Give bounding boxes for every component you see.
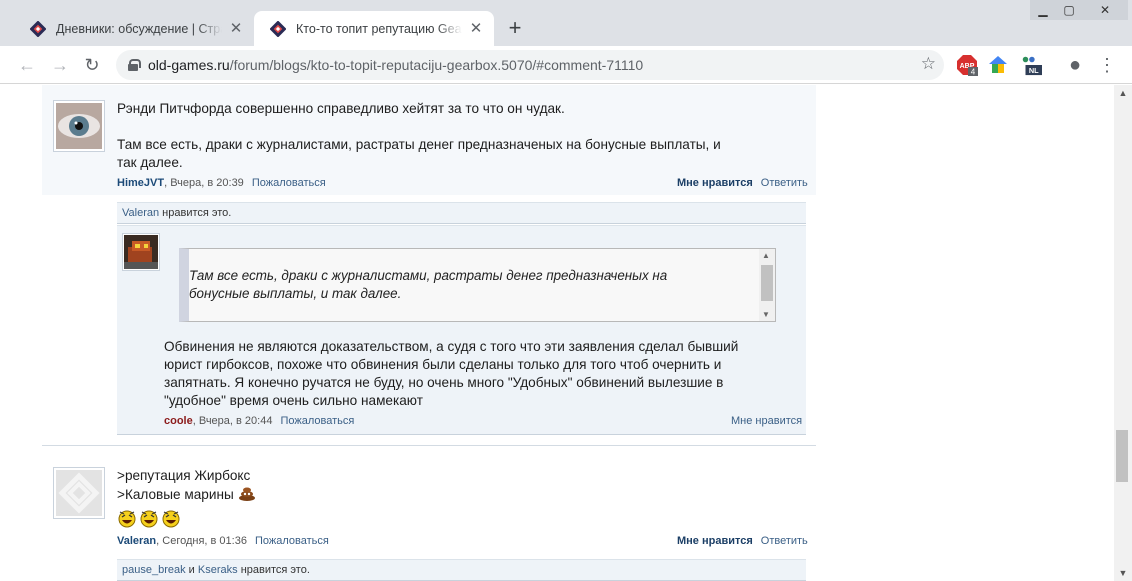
comment-text: Рэнди Питчфорда совершенно справедливо х… bbox=[117, 101, 721, 170]
close-window-icon[interactable]: ✕ bbox=[1082, 0, 1128, 20]
tab-title: Кто-то топит репутацию Gearbox bbox=[296, 21, 462, 36]
url-text: old-games.ru/forum/blogs/kto-to-topit-re… bbox=[148, 57, 644, 73]
like-button[interactable]: Мне нравится bbox=[677, 535, 753, 547]
quote-box[interactable]: Там все есть, драки с журналистами, раст… bbox=[179, 248, 776, 322]
home-extension-icon[interactable] bbox=[987, 54, 1009, 76]
scroll-up-icon[interactable]: ▲ bbox=[1114, 85, 1132, 101]
close-tab-icon[interactable]: ✕ bbox=[228, 20, 244, 37]
quote-scrollbar[interactable]: ▲ ▼ bbox=[759, 249, 775, 321]
site-favicon-icon bbox=[270, 20, 286, 37]
tab-active[interactable]: Кто-то топит репутацию Gearbox ✕ bbox=[254, 11, 494, 46]
liker-link[interactable]: Kseraks bbox=[198, 564, 238, 576]
likes-summary-text: pause_break и Kseraks нравится это. bbox=[122, 564, 310, 576]
scroll-down-icon[interactable]: ▼ bbox=[1114, 565, 1132, 581]
minimize-window-icon[interactable]: ▁ bbox=[1030, 0, 1056, 20]
report-link[interactable]: Пожаловаться bbox=[252, 177, 326, 189]
new-tab-button[interactable]: + bbox=[502, 16, 528, 42]
menu-kebab-icon[interactable]: ⋮ bbox=[1094, 52, 1120, 78]
laughing-smiley-icon bbox=[140, 510, 158, 528]
author-link[interactable]: coole bbox=[164, 415, 193, 427]
author-link[interactable]: Valeran bbox=[117, 535, 156, 547]
scroll-up-icon[interactable]: ▲ bbox=[762, 251, 770, 260]
report-link[interactable]: Пожаловаться bbox=[280, 415, 354, 427]
back-arrow-icon[interactable]: ← bbox=[14, 52, 40, 78]
comment-time[interactable]: Вчера, в 20:39 bbox=[170, 177, 244, 189]
comment-text: >репутация Жирбокс >Каловые марины bbox=[117, 467, 517, 528]
reply-actions: Мне нравится bbox=[731, 415, 802, 427]
site-favicon-icon bbox=[30, 20, 46, 37]
comment-actions: Мне нравится Ответить bbox=[677, 535, 808, 547]
eye-avatar-icon bbox=[56, 103, 102, 149]
svg-text:4: 4 bbox=[971, 68, 976, 77]
tab-inactive[interactable]: Дневники: обсуждение | Страница ✕ bbox=[14, 11, 254, 46]
default-avatar-icon bbox=[56, 470, 102, 516]
avatar[interactable] bbox=[122, 233, 160, 271]
comment-actions: Мне нравится Ответить bbox=[677, 177, 808, 189]
close-tab-icon[interactable]: ✕ bbox=[468, 20, 484, 37]
reload-icon[interactable]: ↻ bbox=[79, 52, 105, 78]
reply-button[interactable]: Ответить bbox=[761, 177, 808, 189]
scroll-thumb[interactable] bbox=[1116, 430, 1128, 482]
translate-extension-icon[interactable]: NL bbox=[1020, 54, 1042, 76]
like-button[interactable]: Мне нравится bbox=[677, 177, 753, 189]
browser-toolbar: ← → ↻ old-games.ru/forum/blogs/kto-to-to… bbox=[0, 46, 1132, 84]
tab-strip: Дневники: обсуждение | Страница ✕ Кто-то… bbox=[0, 0, 1132, 46]
profile-icon[interactable]: ● bbox=[1062, 52, 1088, 78]
reply-meta: coole, Вчера, в 20:44 Пожаловаться bbox=[164, 415, 355, 427]
comment-time[interactable]: Вчера, в 20:44 bbox=[199, 415, 273, 427]
reply-text: Обвинения не являются доказательством, а… bbox=[164, 339, 739, 408]
bookmark-star-icon[interactable]: ☆ bbox=[921, 54, 936, 74]
adblock-extension-icon[interactable]: ABP 4 bbox=[956, 54, 978, 76]
tab-title: Дневники: обсуждение | Страница bbox=[56, 21, 222, 36]
report-link[interactable]: Пожаловаться bbox=[255, 535, 329, 547]
liker-link[interactable]: pause_break bbox=[122, 564, 186, 576]
scroll-thumb[interactable] bbox=[761, 265, 773, 301]
address-bar[interactable]: old-games.ru/forum/blogs/kto-to-topit-re… bbox=[116, 50, 944, 80]
quote-text: Там все есть, драки с журналистами, раст… bbox=[189, 268, 668, 301]
laughing-smiley-icon bbox=[162, 510, 180, 528]
page-content: Рэнди Питчфорда совершенно справедливо х… bbox=[0, 85, 1114, 581]
avatar[interactable] bbox=[53, 100, 105, 152]
svg-text:NL: NL bbox=[1029, 66, 1039, 75]
comment-meta: Valeran, Сегодня, в 01:36 Пожаловаться bbox=[117, 535, 329, 547]
likes-summary-text: Valeran нравится это. bbox=[122, 207, 232, 219]
laughing-smiley-icon bbox=[118, 510, 136, 528]
robot-avatar-icon bbox=[124, 235, 158, 269]
author-link[interactable]: HimeJVT bbox=[117, 177, 164, 189]
maximize-window-icon[interactable]: ▢ bbox=[1056, 0, 1082, 20]
comment-divider bbox=[42, 445, 816, 446]
avatar[interactable] bbox=[53, 467, 105, 519]
lock-icon bbox=[128, 59, 141, 71]
liker-link[interactable]: Valeran bbox=[122, 207, 159, 219]
reply-button[interactable]: Ответить bbox=[761, 535, 808, 547]
page-scrollbar[interactable]: ▲ ▼ bbox=[1114, 85, 1132, 581]
like-button[interactable]: Мне нравится bbox=[731, 415, 802, 427]
forward-arrow-icon[interactable]: → bbox=[47, 52, 73, 78]
comment-time[interactable]: Сегодня, в 01:36 bbox=[162, 535, 247, 547]
comment-meta: HimeJVT, Вчера, в 20:39 Пожаловаться bbox=[117, 177, 326, 189]
poop-emoji-icon bbox=[238, 487, 255, 501]
scroll-down-icon[interactable]: ▼ bbox=[762, 310, 770, 319]
